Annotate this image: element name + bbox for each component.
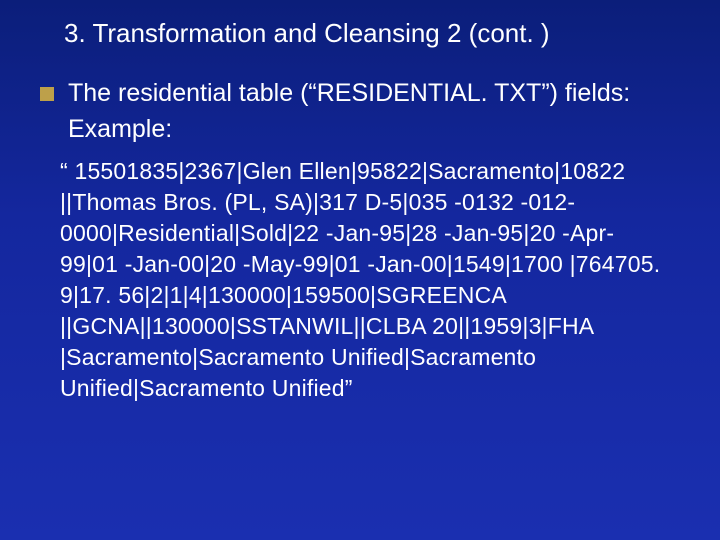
example-body: “ 15501835|2367|Glen Ellen|95822|Sacrame… [60, 156, 670, 404]
slide-title: 3. Transformation and Cleansing 2 (cont.… [64, 18, 680, 49]
slide: 3. Transformation and Cleansing 2 (cont.… [0, 0, 720, 540]
intro-row: The residential table (“RESIDENTIAL. TXT… [40, 77, 680, 111]
intro-text: The residential table (“RESIDENTIAL. TXT… [68, 77, 630, 111]
example-label: Example: [68, 115, 680, 144]
bullet-icon [40, 87, 54, 101]
